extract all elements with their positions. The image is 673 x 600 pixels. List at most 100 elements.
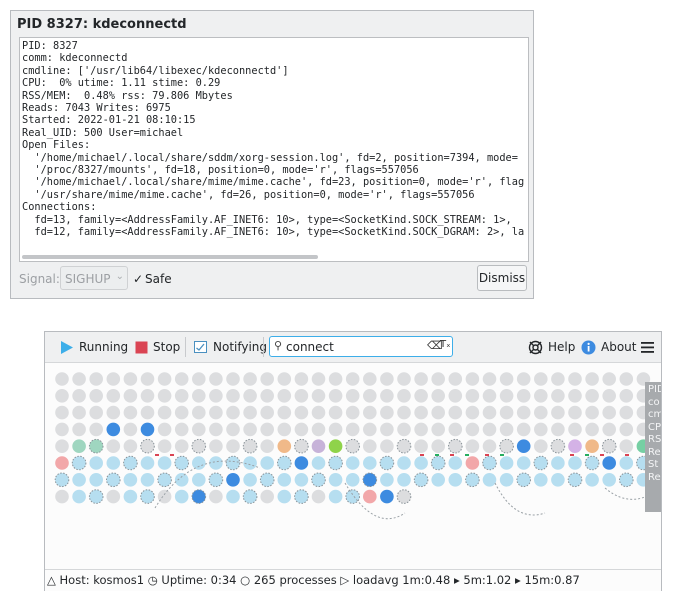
process-bubble[interactable] [585,439,599,453]
process-bubble[interactable] [123,473,138,487]
process-bubble[interactable] [619,439,634,453]
process-bubble[interactable] [448,473,463,487]
process-bubble[interactable] [277,389,292,403]
process-bubble[interactable] [397,405,411,420]
process-bubble[interactable] [88,438,104,454]
process-bubble[interactable] [243,389,257,403]
process-bubble[interactable] [71,455,87,471]
process-bubble[interactable] [482,372,497,386]
process-bubble[interactable] [448,372,463,386]
process-bubble[interactable] [123,372,138,386]
running-button[interactable]: Running [59,338,128,356]
process-bubble[interactable] [208,472,224,488]
process-bubble[interactable] [345,422,360,437]
process-bubble[interactable] [72,422,86,437]
process-bubble[interactable] [294,405,309,420]
process-bubble[interactable] [226,389,240,403]
process-bubble[interactable] [294,473,309,487]
process-bubble[interactable] [619,372,634,386]
process-bubble[interactable] [499,372,514,386]
process-bubble[interactable] [242,438,258,454]
process-bubble[interactable] [534,389,548,403]
process-bubble[interactable] [54,472,70,488]
process-bubble[interactable] [551,405,565,420]
process-bubble[interactable] [89,372,103,386]
process-bubble[interactable] [465,472,480,488]
process-bubble[interactable] [397,389,411,403]
process-bubble[interactable] [380,473,394,487]
process-bubble[interactable] [192,456,206,470]
process-bubble[interactable] [345,473,360,487]
process-bubble[interactable] [209,405,223,420]
process-bubble[interactable] [174,405,189,420]
process-bubble[interactable] [140,489,155,504]
process-bubble[interactable] [174,455,189,471]
process-bubble[interactable] [106,372,121,386]
process-bubble[interactable] [89,422,103,437]
process-bubble[interactable] [106,472,121,488]
process-bubble[interactable] [311,489,326,504]
process-bubble[interactable] [328,455,343,471]
process-bubble[interactable] [226,473,240,487]
process-bubble[interactable] [396,489,412,504]
process-bubble[interactable] [328,489,343,504]
process-bubble[interactable] [277,473,292,487]
process-bubble[interactable] [448,405,463,420]
process-bubble[interactable] [516,405,531,420]
process-bubble[interactable] [55,372,69,386]
process-bubble[interactable] [619,456,634,470]
process-bubble[interactable] [431,372,446,386]
search-field[interactable]: ⚲ ⌫ Tₓ [269,336,453,357]
process-bubble[interactable] [414,422,428,437]
process-bubble[interactable] [123,455,138,471]
process-bubble[interactable] [568,389,582,403]
process-bubble[interactable] [448,456,463,470]
process-bubble[interactable] [55,422,69,437]
process-bubble[interactable] [157,439,172,453]
process-bubble[interactable] [568,372,582,386]
process-bubble[interactable] [174,439,189,453]
process-bubble[interactable] [397,372,411,386]
process-bubble[interactable] [260,422,274,437]
process-bubble[interactable] [72,439,86,453]
process-bubble[interactable] [516,456,531,470]
process-bubble[interactable] [397,456,411,470]
process-bubble[interactable] [363,439,377,453]
process-bubble[interactable] [328,372,343,386]
process-bubble[interactable] [602,422,616,437]
process-bubble[interactable] [106,422,121,437]
process-bubble[interactable] [243,422,257,437]
process-details-text[interactable]: PID: 8327 comm: kdeconnectd cmdline: ['/us… [19,37,529,262]
horizontal-scrollbar[interactable] [20,253,528,261]
process-bubble[interactable] [72,489,86,504]
process-bubble[interactable] [55,405,69,420]
process-bubble[interactable] [499,473,514,487]
process-bubble[interactable] [311,456,326,470]
process-bubble[interactable] [106,456,121,470]
safe-checkbox[interactable]: ✓ [133,272,143,286]
process-bubble[interactable] [550,438,566,454]
process-bubble[interactable] [106,439,121,453]
process-bubble[interactable] [328,405,343,420]
process-bubble[interactable] [328,389,343,403]
process-bubble[interactable] [260,405,274,420]
process-bubble[interactable] [619,389,634,403]
process-bubble[interactable] [431,439,446,453]
process-bubble[interactable] [72,389,86,403]
process-bubble[interactable] [379,455,395,471]
process-bubble[interactable] [192,422,206,437]
process-bubble[interactable] [585,389,599,403]
process-bubble[interactable] [277,405,292,420]
process-bubble[interactable] [140,473,155,487]
process-bubble[interactable] [345,372,360,386]
process-bubble[interactable] [465,456,480,470]
process-bubble[interactable] [140,456,155,470]
process-bubble[interactable] [482,473,497,487]
process-bubble[interactable] [157,472,172,488]
process-bubble[interactable] [482,455,497,471]
process-bubble[interactable] [209,389,223,403]
process-bubble[interactable] [602,456,616,470]
process-bubble[interactable] [482,389,497,403]
match-mode-icon[interactable]: Tₓ [440,339,451,350]
process-bubble[interactable] [209,456,223,470]
